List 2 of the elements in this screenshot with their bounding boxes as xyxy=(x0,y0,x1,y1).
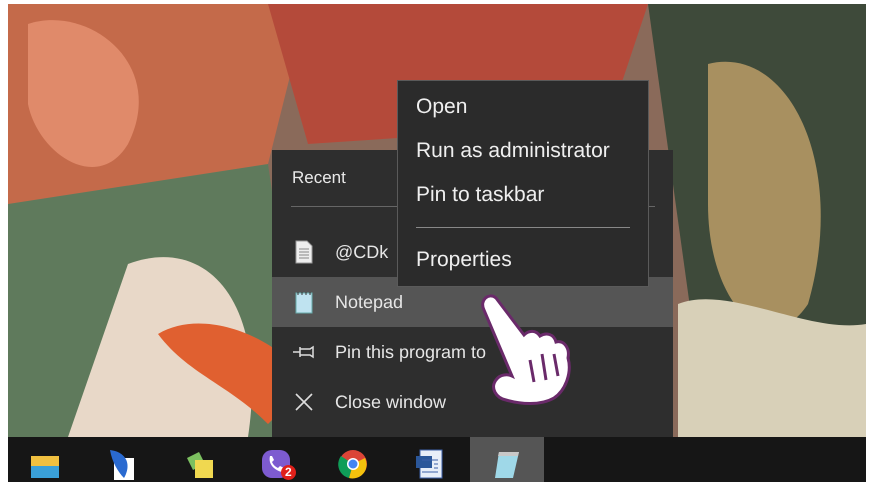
section-header: Recent xyxy=(292,168,346,189)
notification-badge: 2 xyxy=(281,465,296,480)
